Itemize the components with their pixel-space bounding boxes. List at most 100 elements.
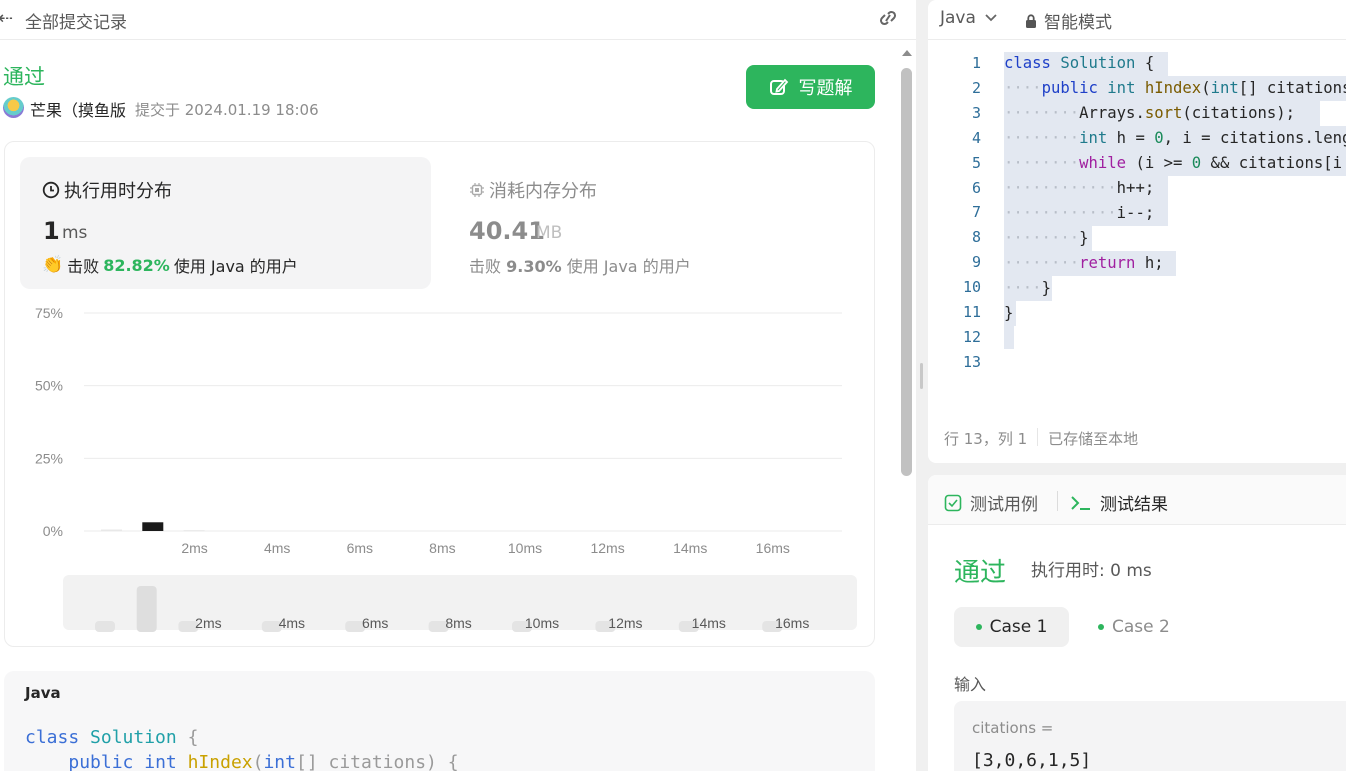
chart-bar — [101, 529, 122, 531]
clock-icon — [42, 181, 60, 199]
all-submissions-link[interactable]: 全部提交记录 — [25, 8, 127, 33]
y-tick-label: 75% — [35, 305, 63, 321]
editor-code-line: class Solution { — [1004, 54, 1155, 72]
y-tick-label: 25% — [35, 450, 63, 466]
save-status: 已存储至本地 — [1048, 430, 1139, 448]
memory-beat: 击败 9.30% 使用 Java 的用户 — [469, 253, 691, 277]
runtime-value: 1 — [43, 217, 60, 245]
editor-code-line: ············i--; — [1004, 204, 1155, 222]
divider — [1057, 491, 1058, 511]
x-tick-label: 8ms — [429, 540, 455, 556]
smart-mode-toggle[interactable]: 智能模式 — [1024, 8, 1112, 33]
editor-code-line: ····} — [1004, 279, 1051, 297]
checkbox-icon — [944, 494, 962, 511]
line-number: 5 — [971, 153, 981, 172]
memory-title[interactable]: 消耗内存分布 — [469, 177, 597, 203]
code-token: [] citations) { — [295, 752, 459, 771]
x-tick-label: 14ms — [673, 540, 707, 556]
write-solution-label: 写题解 — [798, 78, 853, 99]
overview-chart: 2ms 4ms 6ms 8ms 10ms 12ms 14ms 16ms — [95, 586, 809, 632]
overview-tick-label: 14ms — [692, 615, 726, 631]
line-number: 10 — [962, 278, 981, 297]
line-number: 11 — [962, 303, 981, 321]
scrollbar-thumb[interactable] — [901, 68, 912, 476]
memory-title-text: 消耗内存分布 — [489, 181, 597, 202]
line-number: 8 — [971, 228, 981, 247]
chart-bar — [142, 522, 164, 531]
x-tick-label: 6ms — [347, 540, 373, 556]
editor-code-line: ········} — [1004, 229, 1089, 247]
overview-bar — [95, 621, 115, 632]
link-icon[interactable] — [876, 8, 900, 32]
editor-code-line: ········return h; — [1004, 254, 1164, 272]
editor-code-line: ········int h = 0, i = citations.length; — [1004, 129, 1346, 147]
cursor-position: 行 13，列 1 — [944, 430, 1028, 448]
runtime-beat-pct: 82.82% — [103, 255, 170, 275]
divider — [1037, 428, 1039, 446]
code-token: { — [187, 727, 199, 748]
language-select[interactable]: Java — [940, 8, 998, 28]
runtime-beat: 👏 击败 82.82% 使用 Java 的用户 — [42, 253, 298, 277]
x-tick-label: 4ms — [264, 540, 290, 556]
clap-icon: 👏 — [42, 255, 64, 275]
code-token: public — [68, 752, 134, 771]
line-number: 13 — [962, 352, 981, 371]
memory-beat-prefix: 击败 — [469, 257, 502, 276]
submission-detail-panel: ⇠ 全部提交记录 通过 芒果（摸鱼版 提交于 2024.01.19 18:06 … — [0, 0, 916, 771]
tab-result[interactable]: 测试结果 — [1070, 490, 1168, 515]
chevron-down-icon — [985, 14, 997, 22]
editor-code-line: ····public int hIndex(int[] citations) { — [1004, 79, 1346, 97]
param-name: citations = — [972, 719, 1054, 737]
lock-icon — [1026, 13, 1036, 28]
runtime-unit: ms — [62, 223, 88, 243]
overview-tick-label: 4ms — [279, 615, 305, 631]
code-token: int — [263, 752, 296, 771]
x-tick-label: 10ms — [508, 540, 542, 556]
runtime-title-text: 执行用时分布 — [64, 181, 172, 202]
case-2-tab[interactable]: Case 2 — [1098, 607, 1188, 647]
x-tick-label: 2ms — [181, 540, 207, 556]
param-value: [3,0,6,1,5] — [972, 750, 1092, 771]
panel-resize-handle[interactable] — [920, 363, 923, 389]
code-token: int — [144, 752, 177, 771]
avatar[interactable] — [3, 97, 24, 118]
overview-bar-highlight — [136, 586, 157, 632]
overview-tick-label: 6ms — [362, 615, 388, 631]
code-area[interactable]: 1 2 3 4 5 6 7 8 9 10 11 12 13 class Solution { ····p… — [928, 52, 1346, 382]
runtime-distribution-chart[interactable]: 75% 50% 25% 0% 2ms 4ms 6ms 8ms 10ms 12ms 14ms 16ms — [0, 295, 880, 565]
submit-time: 提交于 2024.01.19 18:06 — [135, 101, 319, 119]
memory-value: 40.41 — [469, 217, 545, 245]
code-language: Java — [25, 684, 61, 702]
terminal-icon — [1071, 495, 1090, 510]
overview-tick-label: 10ms — [525, 615, 559, 631]
editor-header: Java 智能模式 — [928, 0, 1346, 40]
back-arrow-icon[interactable]: ⇠ — [0, 8, 13, 29]
tab-testcase[interactable]: 测试用例 — [944, 490, 1038, 515]
tab-testcase-label: 测试用例 — [970, 495, 1038, 515]
user-name[interactable]: 芒果（摸鱼版 — [30, 97, 126, 121]
scroll-up-arrow-icon[interactable] — [902, 50, 912, 56]
overview-tick-label: 16ms — [775, 615, 809, 631]
editor-code-line: ········Arrays.sort(citations); — [1004, 104, 1296, 122]
chart-bar — [183, 530, 205, 532]
input-label: 输入 — [954, 675, 987, 694]
memory-beat-suffix: 使用 Java 的用户 — [566, 257, 691, 276]
left-header: ⇠ 全部提交记录 — [0, 0, 916, 40]
editor-status-bar: 行 13，列 1 已存储至本地 — [944, 428, 1138, 449]
overview-tick-label: 8ms — [445, 615, 471, 631]
result-tabs: 测试用例 测试结果 — [928, 475, 1346, 525]
editor-code-line: ········while (i >= 0 && citations[i — [1004, 154, 1342, 172]
code-token: Solution — [90, 727, 177, 748]
line-number: 4 — [971, 128, 981, 147]
test-result-panel: 测试用例 测试结果 通过 执行用时: 0 ms Case 1 Case 2 输入… — [928, 475, 1346, 771]
result-status: 通过 — [954, 558, 1007, 588]
editor-code-line: ············h++; — [1004, 179, 1155, 197]
case-1-label: Case 1 — [989, 617, 1048, 637]
x-tick-label: 12ms — [590, 540, 624, 556]
write-solution-button[interactable]: 写题解 — [746, 65, 875, 109]
submission-status: 通过 — [3, 65, 45, 89]
line-number: 2 — [971, 78, 981, 97]
case-1-tab[interactable]: Case 1 — [954, 607, 1069, 647]
pass-dot-icon — [1098, 624, 1104, 630]
runtime-title: 执行用时分布 — [42, 177, 172, 203]
